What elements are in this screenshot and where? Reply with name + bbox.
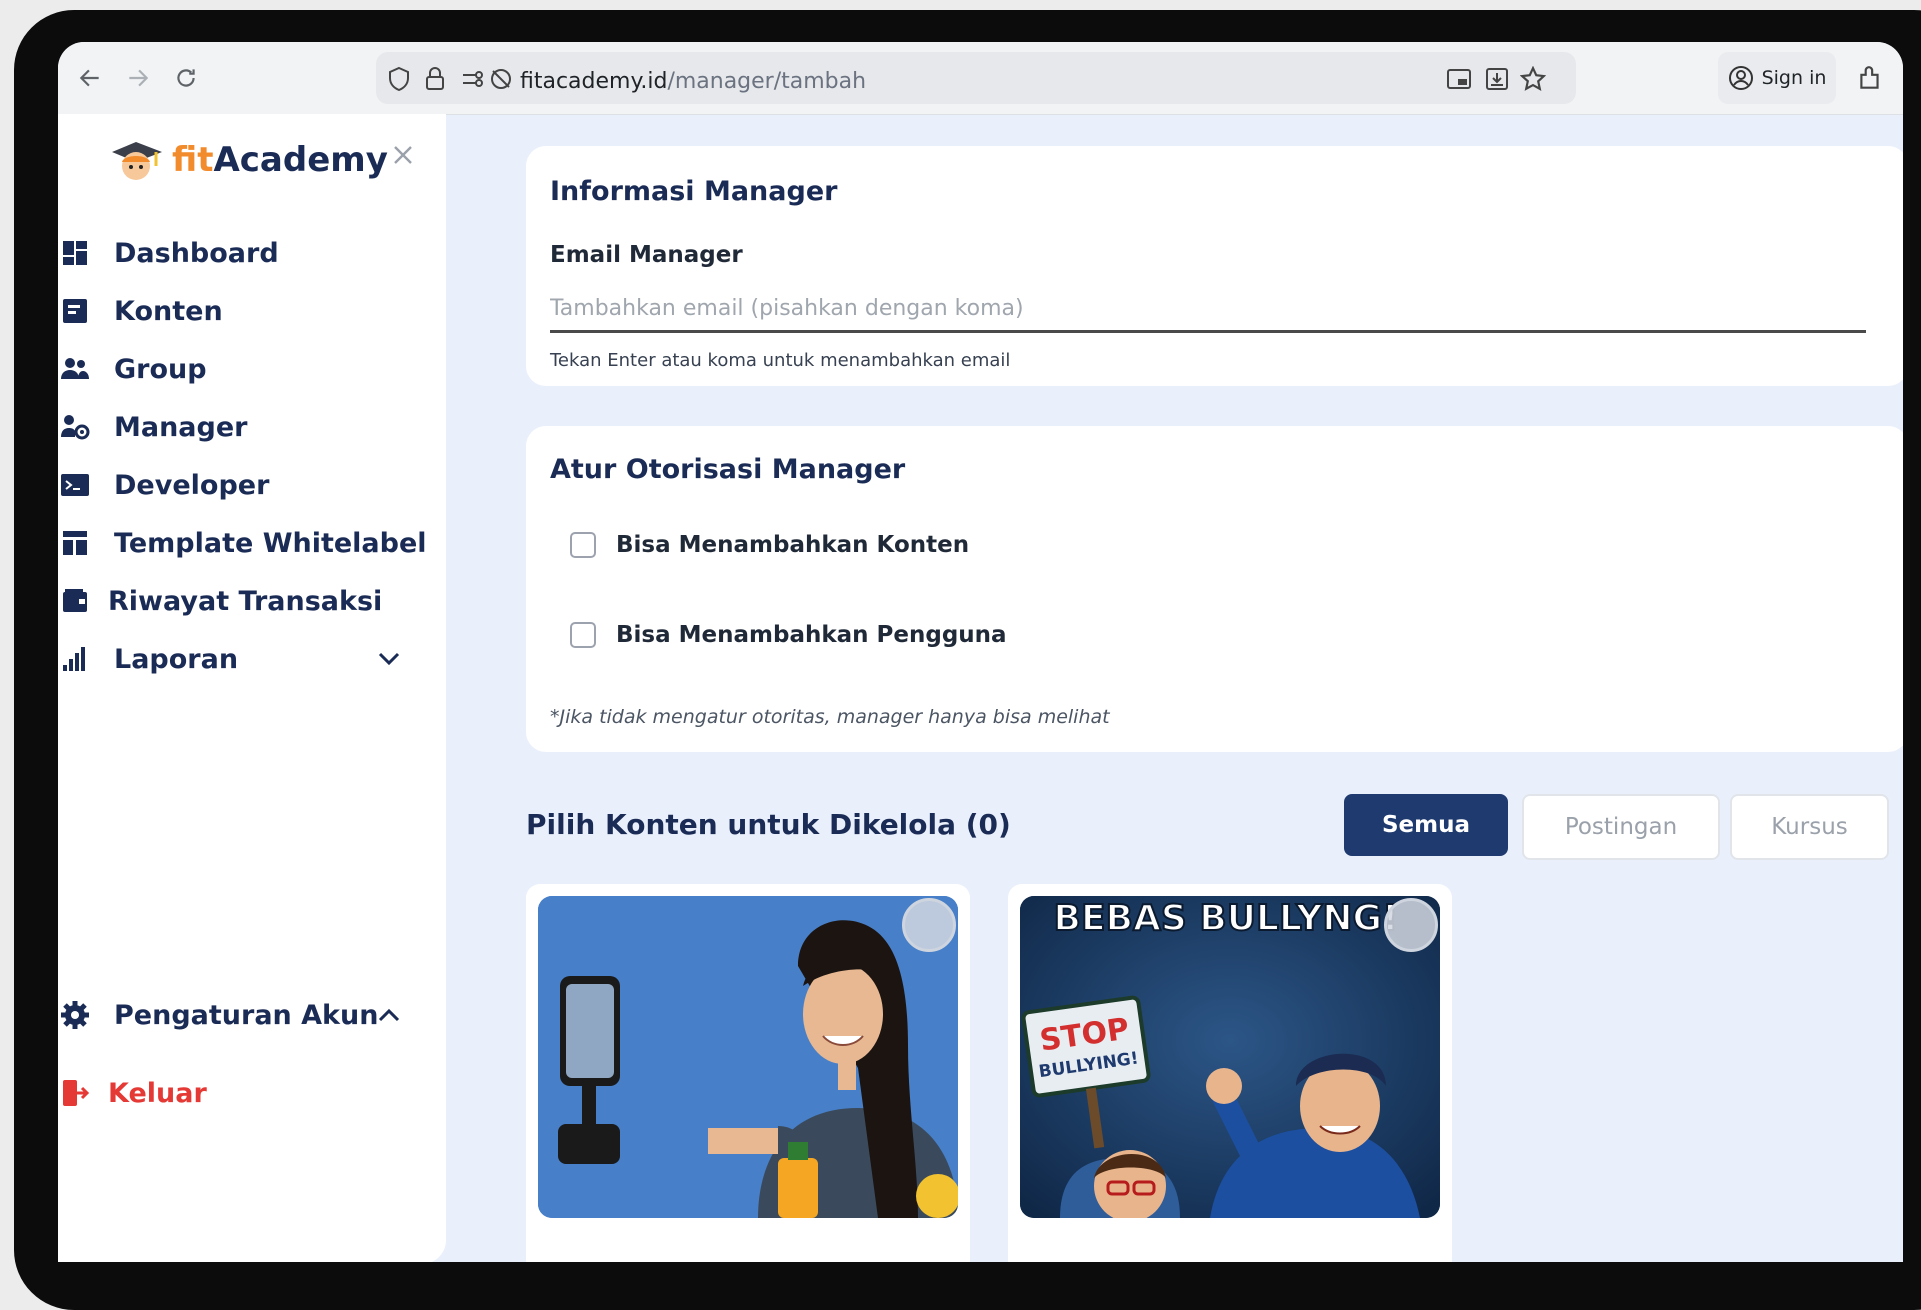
logout-icon	[58, 1076, 92, 1110]
wallet-icon	[58, 584, 92, 618]
sidebar-item-manager[interactable]: Manager	[58, 402, 247, 452]
permission-add-user[interactable]: Bisa Menambahkan Pengguna	[570, 622, 1007, 648]
permissions-icon[interactable]	[460, 66, 486, 92]
content-icon	[58, 294, 92, 328]
manager-settings-icon	[58, 410, 92, 444]
content-thumbnail-stop-bullying: BEBAS BULLYNG! STOP BULLYING!	[1020, 896, 1440, 1218]
close-sidebar-icon[interactable]	[388, 140, 418, 170]
sidebar-item-label: Pengaturan Akun	[114, 999, 379, 1031]
sidebar-item-label: Group	[114, 353, 207, 385]
shield-icon[interactable]	[386, 66, 412, 92]
terminal-icon	[58, 468, 92, 502]
content-card[interactable]: BEBAS BULLYNG! STOP BULLYING!	[1008, 884, 1452, 1262]
logo-fit: fit	[172, 140, 214, 180]
select-content-radio[interactable]	[1384, 898, 1438, 952]
select-content-radio[interactable]	[902, 898, 956, 952]
filter-label: Semua	[1381, 812, 1471, 838]
manager-info-title: Informasi Manager	[550, 176, 838, 207]
sign-in-button[interactable]: Sign in	[1718, 52, 1836, 104]
add-content-checkbox[interactable]	[570, 532, 596, 558]
url-path: /manager/tambah	[667, 69, 867, 94]
sidebar-item-label: Developer	[114, 469, 270, 501]
authorization-title: Atur Otorisasi Manager	[550, 454, 906, 485]
filter-label: Kursus	[1771, 814, 1848, 840]
permission-add-content[interactable]: Bisa Menambahkan Konten	[570, 532, 969, 558]
filter-posts-button[interactable]: Postingan	[1522, 794, 1720, 860]
sidebar-item-label: Dashboard	[114, 237, 279, 269]
logout-button[interactable]: Keluar	[58, 1068, 207, 1118]
address-bar[interactable]: fitacademy.id/manager/tambah	[376, 52, 1576, 104]
filter-courses-button[interactable]: Kursus	[1730, 794, 1889, 860]
sidebar-item-label: Riwayat Transaksi	[108, 585, 383, 617]
back-icon[interactable]	[72, 60, 108, 96]
sidebar-item-template-whitelabel[interactable]: Template Whitelabel	[58, 518, 427, 568]
logo-mascot-icon	[112, 142, 162, 180]
sidebar: fitAcademy Dashboard Konten Group Manage…	[58, 114, 446, 1262]
sidebar-item-konten[interactable]: Konten	[58, 286, 223, 336]
forward-icon[interactable]	[120, 60, 156, 96]
email-input[interactable]	[550, 286, 1866, 333]
sidebar-item-dashboard[interactable]: Dashboard	[58, 228, 279, 278]
account-icon	[1728, 66, 1753, 90]
stop-bullying-illustration: BEBAS BULLYNG! STOP BULLYING!	[1020, 896, 1440, 1218]
logout-label: Keluar	[108, 1077, 207, 1109]
dashboard-icon	[58, 236, 92, 270]
content-select-title: Pilih Konten untuk Dikelola (0)	[526, 808, 1011, 841]
authorization-note: *Jika tidak mengatur otoritas, manager h…	[550, 706, 1110, 728]
lock-icon[interactable]	[422, 66, 448, 92]
chevron-down-icon[interactable]	[374, 644, 404, 674]
sidebar-item-riwayat-transaksi[interactable]: Riwayat Transaksi	[58, 576, 382, 626]
add-user-label: Bisa Menambahkan Pengguna	[616, 622, 1007, 648]
tracking-protection-icon[interactable]	[488, 66, 514, 92]
bookmark-star-icon[interactable]	[1520, 66, 1546, 92]
sign-in-label: Sign in	[1761, 67, 1827, 89]
url-text[interactable]: fitacademy.id/manager/tambah	[520, 69, 866, 94]
sidebar-item-label: Template Whitelabel	[114, 527, 427, 559]
fitacademy-logo[interactable]: fitAcademy	[108, 136, 388, 184]
logo-academy: Academy	[213, 140, 388, 180]
sidebar-item-label: Laporan	[114, 643, 239, 675]
url-domain: fitacademy.id	[520, 69, 668, 94]
browser-window: fitacademy.id/manager/tambah Sign in fit…	[58, 42, 1903, 1262]
filter-label: Postingan	[1564, 814, 1678, 840]
sidebar-item-developer[interactable]: Developer	[58, 460, 269, 510]
email-hint: Tekan Enter atau koma untuk menambahkan …	[550, 350, 1011, 371]
extensions-icon[interactable]	[1852, 60, 1888, 96]
add-content-label: Bisa Menambahkan Konten	[616, 532, 970, 558]
sidebar-item-group[interactable]: Group	[58, 344, 207, 394]
banner-text: BEBAS BULLYNG!	[1054, 898, 1399, 939]
woman-filming-illustration	[538, 896, 958, 1218]
sidebar-item-label: Konten	[114, 295, 223, 327]
sidebar-item-pengaturan-akun[interactable]: Pengaturan Akun	[58, 990, 378, 1040]
email-label: Email Manager	[550, 242, 743, 268]
add-user-checkbox[interactable]	[570, 622, 596, 648]
authorization-card: Atur Otorisasi Manager Bisa Menambahkan …	[526, 426, 1903, 752]
gear-icon	[58, 998, 92, 1032]
reload-icon[interactable]	[168, 60, 204, 96]
template-icon	[58, 526, 92, 560]
download-icon[interactable]	[1484, 66, 1510, 92]
bar-chart-icon	[58, 642, 92, 676]
filter-all-button[interactable]: Semua	[1344, 794, 1508, 856]
manager-info-card: Informasi Manager Email Manager Tekan En…	[526, 146, 1903, 386]
sidebar-item-laporan[interactable]: Laporan	[58, 634, 238, 684]
group-icon	[58, 352, 92, 386]
content-card[interactable]	[526, 884, 970, 1262]
picture-in-picture-icon[interactable]	[1446, 66, 1472, 92]
content-thumbnail-woman-filming	[538, 896, 958, 1218]
chevron-up-icon[interactable]	[374, 1000, 404, 1030]
logo-text: fitAcademy	[172, 140, 388, 180]
sidebar-item-label: Manager	[114, 411, 248, 443]
browser-toolbar: fitacademy.id/manager/tambah Sign in	[58, 42, 1903, 115]
